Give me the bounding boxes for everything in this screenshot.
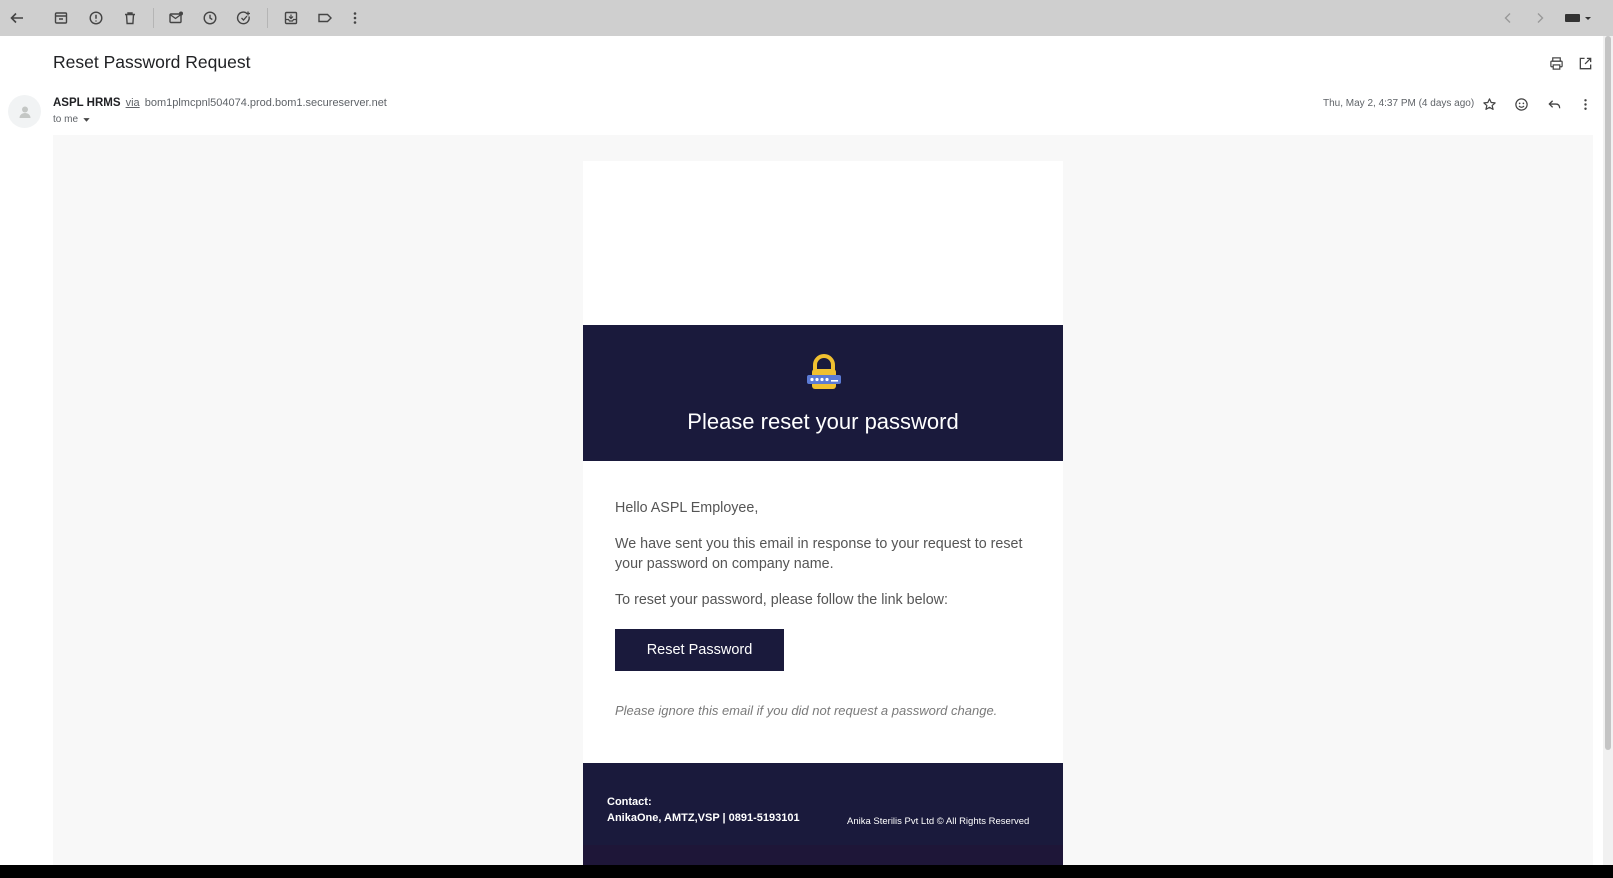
logo-area [583, 161, 1063, 325]
back-icon[interactable] [5, 6, 29, 30]
add-task-icon[interactable] [232, 6, 256, 30]
hero-title: Please reset your password [687, 409, 959, 434]
contact-details: AnikaOne, AMTZ,VSP | 0891-5193101 [607, 812, 800, 824]
email-subject: Reset Password Request [53, 52, 251, 72]
hero-banner: Please reset your password [583, 325, 1063, 461]
copyright: Anika Sterilis Pvt Ltd © All Rights Rese… [847, 816, 1030, 827]
open-in-new-window-icon[interactable] [1574, 52, 1596, 74]
mark-unread-icon[interactable] [164, 6, 188, 30]
scrollbar-thumb[interactable] [1605, 36, 1611, 750]
email-viewer: Reset Password Request ASPL HRMS via bom… [0, 0, 1613, 865]
via-link[interactable]: via [126, 97, 140, 109]
sender-name[interactable]: ASPL HRMS [53, 97, 121, 109]
caret-down-icon [83, 118, 90, 122]
snooze-icon[interactable] [198, 6, 222, 30]
recipient-details-toggle[interactable]: to me [53, 114, 91, 125]
to-me-label: to me [53, 114, 79, 125]
email-footer: Contact: AnikaOne, AMTZ,VSP | 0891-51931… [583, 763, 1063, 865]
archive-icon[interactable] [49, 6, 73, 30]
message-content: Hello ASPL Employee, We have sent you th… [615, 498, 1035, 721]
toolbar-separator [153, 8, 154, 28]
toolbar-separator [267, 8, 268, 28]
password-lock-icon [807, 354, 841, 389]
report-spam-icon[interactable] [84, 6, 108, 30]
reply-icon[interactable] [1543, 93, 1565, 115]
toolbar [0, 0, 1613, 36]
scrollbar[interactable] [1603, 36, 1613, 865]
move-to-icon[interactable] [279, 6, 303, 30]
via-domain: bom1plmcpnl504074.prod.bom1.secureserver… [144, 97, 387, 109]
email-card: Please reset your password Hello ASPL Em… [583, 161, 1063, 865]
sender-line: ASPL HRMS via bom1plmcpnl504074.prod.bom… [53, 97, 387, 109]
email-body: Please reset your password Hello ASPL Em… [53, 135, 1593, 865]
more-icon[interactable] [343, 6, 367, 30]
newer-icon[interactable] [1496, 6, 1520, 30]
person-icon [19, 106, 30, 118]
label-icon[interactable] [313, 6, 337, 30]
avatar[interactable] [8, 95, 41, 128]
delete-icon[interactable] [118, 6, 142, 30]
message-paragraph: To reset your password, please follow th… [615, 592, 948, 608]
contact-label: Contact: [607, 796, 652, 808]
more-options-icon[interactable] [1574, 93, 1596, 115]
greeting: Hello ASPL Employee, [615, 500, 759, 516]
star-icon[interactable] [1478, 93, 1500, 115]
print-icon[interactable] [1545, 52, 1567, 74]
emoji-reaction-icon[interactable] [1510, 93, 1532, 115]
footer-bottom-bar [583, 845, 1063, 865]
older-icon[interactable] [1528, 6, 1552, 30]
ignore-note: Please ignore this email if you did not … [615, 703, 998, 718]
input-tools-icon[interactable] [1562, 6, 1594, 30]
reset-password-button[interactable]: Reset Password [615, 629, 784, 671]
message-paragraph: We have sent you this email in response … [615, 536, 1023, 572]
email-date: Thu, May 2, 4:37 PM (4 days ago) [1323, 98, 1475, 109]
